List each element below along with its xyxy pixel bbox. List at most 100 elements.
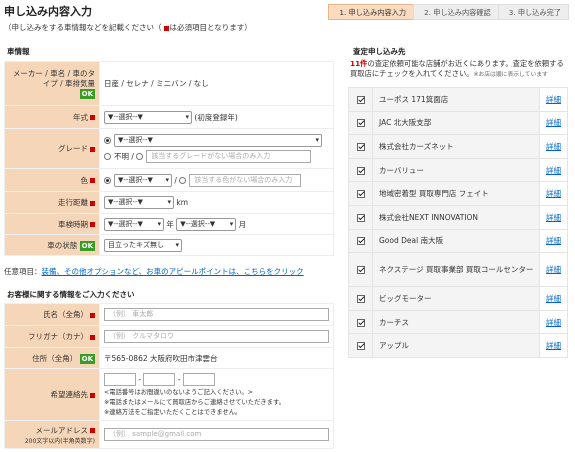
dealer-name: 株式会社NEXT INNOVATION bbox=[372, 204, 540, 230]
dealer-checkbox[interactable] bbox=[356, 213, 365, 222]
dealer-detail-link[interactable]: 詳細 bbox=[546, 294, 561, 303]
appeal-points-link[interactable]: 装備、その他オプションなど、お車のアピールポイントは、こちらをクリック bbox=[42, 267, 304, 276]
grade-unknown-label: 不明 / bbox=[114, 152, 134, 161]
dealer-detail-link[interactable]: 詳細 bbox=[546, 95, 561, 104]
required-icon bbox=[90, 392, 95, 398]
kana-label: フリガナ（カナ） bbox=[4, 325, 100, 348]
dealer-row: 株式会社NEXT INNOVATION 詳細 bbox=[348, 204, 568, 230]
kana-input[interactable]: （例） クルマタロウ bbox=[104, 330, 329, 343]
inspection-month-unit: 月 bbox=[238, 219, 247, 229]
dealer-name: 株式会社カーズネット bbox=[372, 134, 540, 159]
dealer-name: カーチス bbox=[372, 309, 540, 335]
dealer-detail-link[interactable]: 詳細 bbox=[546, 118, 561, 127]
ok-badge: OK bbox=[79, 88, 95, 99]
dealer-name: Good Deal 南大阪 bbox=[372, 228, 540, 254]
email-label: メールアドレス 200文字以内(半角英数字) bbox=[4, 420, 100, 449]
phone-note-1: <電話番号はお間違いのないようご記入ください。> bbox=[104, 389, 253, 396]
grade-label: グレード bbox=[4, 128, 100, 169]
inspection-year-select[interactable]: ▼--選択--▼ bbox=[104, 217, 164, 231]
dealer-detail-link[interactable]: 詳細 bbox=[546, 213, 561, 222]
email-input[interactable]: （例） sample@gmail.com bbox=[104, 428, 329, 441]
address-label: 住所（全角） OK bbox=[4, 347, 100, 369]
page-title: 申し込み内容入力 bbox=[4, 5, 92, 18]
required-icon bbox=[90, 178, 95, 183]
dealer-row: ユーポス 171箕面店 詳細 bbox=[348, 87, 568, 112]
step-confirm: 2. 申し込み内容確認 bbox=[413, 4, 499, 20]
year-label: 年式 bbox=[4, 105, 100, 129]
dealer-row: ビッグモーター 詳細 bbox=[348, 286, 568, 311]
maker-value: 日産 / セレナ / ミニバン / なし bbox=[104, 79, 209, 88]
dealer-detail-link[interactable]: 詳細 bbox=[546, 166, 561, 175]
phone-input-2[interactable] bbox=[143, 373, 176, 386]
color-other-input[interactable]: 該当する色がない場合のみ入力 bbox=[189, 173, 302, 187]
grade-unknown-radio[interactable] bbox=[104, 153, 111, 160]
color-select[interactable]: ▼--選択--▼ bbox=[114, 173, 172, 187]
dealer-detail-link[interactable]: 詳細 bbox=[546, 142, 561, 151]
dealer-detail-link[interactable]: 詳細 bbox=[546, 189, 561, 198]
phone-input-1[interactable] bbox=[104, 373, 136, 386]
dealer-row: 地域密着型 買取専門店 フェイト 詳細 bbox=[348, 181, 568, 206]
dealer-checkbox[interactable] bbox=[356, 318, 365, 327]
required-icon bbox=[90, 312, 95, 318]
page-subtitle: （申し込みをする車情報などを記載ください（ は必須項目となります） bbox=[4, 23, 252, 32]
color-slash: / bbox=[174, 175, 177, 185]
dealer-list: ユーポス 171箕面店 詳細 JAC 北大阪支部 詳細 株式会社カーズネット 詳細 カ… bbox=[348, 87, 568, 358]
dealer-row: 株式会社カーズネット 詳細 bbox=[348, 134, 568, 159]
dealer-checkbox[interactable] bbox=[356, 237, 365, 246]
dealer-checkbox[interactable] bbox=[356, 266, 365, 275]
car-info-table: メーカー / 車名 / 車のタイプ / 車排気量 OK 日産 / セレナ / ミニ… bbox=[4, 61, 334, 256]
dealer-row: カーチス 詳細 bbox=[348, 309, 568, 335]
customer-section-heading: お客様に関する情報をご入力ください bbox=[7, 290, 135, 299]
name-input[interactable]: （例） 車太郎 bbox=[104, 308, 329, 321]
mileage-label: 走行距離 bbox=[4, 191, 100, 214]
dealer-checkbox[interactable] bbox=[356, 166, 365, 175]
dealer-detail-link[interactable]: 詳細 bbox=[546, 341, 561, 350]
dealer-name: ビッグモーター bbox=[372, 286, 540, 311]
required-icon bbox=[90, 200, 95, 206]
inspection-label: 車検時期 bbox=[4, 213, 100, 235]
grade-other-input[interactable]: 該当するグレードがない場合のみ入力 bbox=[146, 150, 312, 163]
customer-info-table: 氏名（全角） （例） 車太郎 フリガナ（カナ） （例） クルマタロウ 住所（全角… bbox=[4, 303, 334, 449]
dealer-name: カーバリュー bbox=[372, 157, 540, 183]
dealer-row: Good Deal 南大阪 詳細 bbox=[348, 228, 568, 254]
dealer-checkbox[interactable] bbox=[356, 142, 365, 151]
dealer-name: ユーポス 171箕面店 bbox=[372, 87, 540, 112]
ok-badge: OK bbox=[79, 353, 95, 364]
color-other-radio[interactable] bbox=[179, 176, 187, 184]
grade-select-radio[interactable] bbox=[104, 137, 111, 144]
color-select-radio[interactable] bbox=[104, 176, 111, 184]
dealer-detail-link[interactable]: 詳細 bbox=[546, 236, 561, 245]
inspection-month-select[interactable]: ▼--選択--▼ bbox=[176, 217, 237, 231]
optional-items: 任意項目：装備、その他オプションなど、お車のアピールポイントは、こちらをクリック bbox=[4, 267, 304, 276]
dealers-section-heading: 査定申し込み先 bbox=[353, 47, 406, 56]
mileage-select[interactable]: ▼--選択--▼ bbox=[104, 196, 174, 209]
dealer-row: アップル 詳細 bbox=[348, 333, 568, 358]
phone-input-3[interactable] bbox=[182, 373, 215, 386]
dealers-intro: 11件の査定依頼可能な店舗がお近くにあります。査定を依頼する買取店にチェックを入… bbox=[350, 59, 564, 78]
ok-badge: OK bbox=[79, 240, 95, 251]
step-input: 1. 申し込み内容入力 bbox=[328, 4, 415, 20]
required-icon bbox=[90, 115, 95, 120]
grade-other-radio[interactable] bbox=[136, 153, 144, 160]
condition-select[interactable]: 目立ったキズ無し bbox=[104, 238, 182, 252]
dealer-checkbox[interactable] bbox=[356, 294, 365, 303]
dealer-detail-link[interactable]: 詳細 bbox=[546, 318, 561, 327]
progress-steps: 1. 申し込み内容入力 2. 申し込み内容確認 3. 申し込み完了 bbox=[328, 4, 569, 20]
step-complete: 3. 申し込み完了 bbox=[497, 4, 569, 20]
dealer-checkbox[interactable] bbox=[356, 190, 365, 199]
mileage-unit: km bbox=[176, 198, 189, 207]
required-mark-icon bbox=[163, 25, 169, 31]
phone-label: 希望連絡先 bbox=[4, 368, 100, 421]
dealer-detail-link[interactable]: 詳細 bbox=[546, 265, 561, 274]
color-label: 色 bbox=[4, 168, 100, 192]
year-select[interactable]: ▼--選択--▼ bbox=[104, 110, 192, 124]
dealer-checkbox[interactable] bbox=[356, 95, 365, 104]
required-icon bbox=[90, 146, 95, 152]
dealer-name: ネクステージ 買取事業部 買取コールセンター bbox=[372, 252, 540, 288]
grade-select[interactable]: ▼--選択--▼ bbox=[114, 134, 322, 147]
required-icon bbox=[90, 222, 95, 227]
phone-note-3: ※連絡方法をご指定いただくことはできません。 bbox=[104, 409, 242, 416]
dealer-checkbox[interactable] bbox=[356, 119, 365, 128]
dealer-checkbox[interactable] bbox=[356, 342, 365, 351]
phone-note-2: ※電話またはメールにて買取店からご連絡させていただきます。 bbox=[104, 399, 285, 406]
